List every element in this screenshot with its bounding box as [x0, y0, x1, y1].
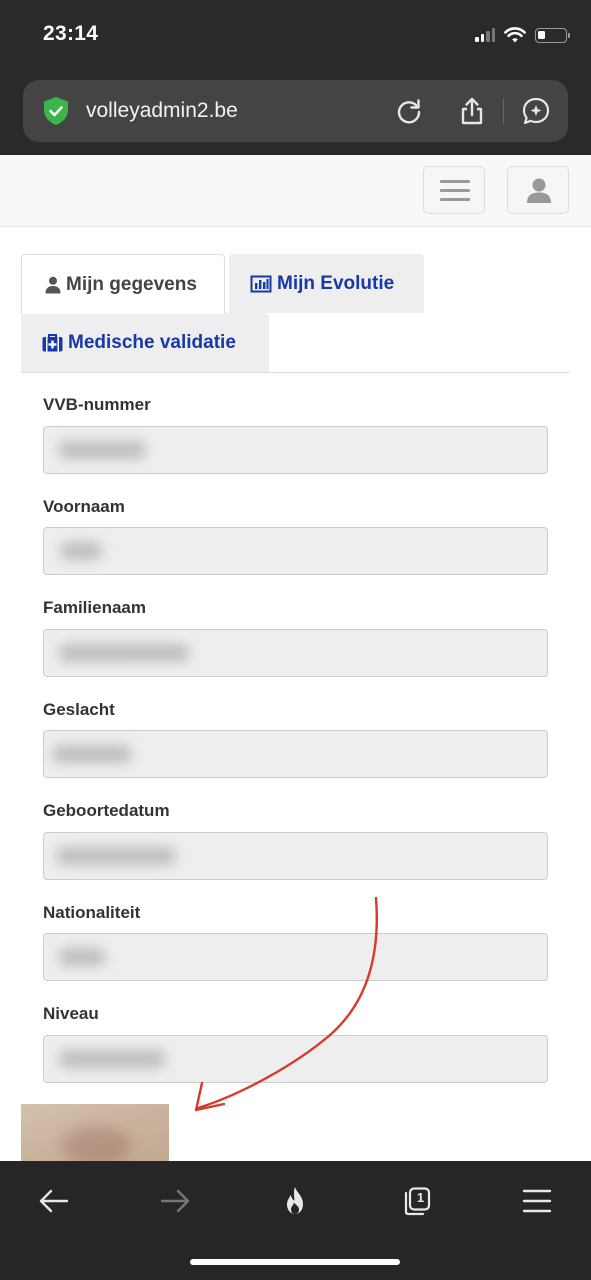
status-icons	[475, 22, 570, 48]
cellular-signal-icon	[475, 28, 495, 42]
input-geboortedatum[interactable]	[43, 832, 548, 880]
share-icon[interactable]	[457, 96, 487, 126]
forward-arrow-icon[interactable]	[157, 1183, 193, 1219]
label-nationaliteit: Nationaliteit	[43, 903, 141, 922]
tab-mijn-gegevens[interactable]: Mijn gegevens	[21, 254, 225, 314]
hamburger-icon[interactable]	[423, 166, 485, 214]
site-navbar	[0, 155, 591, 227]
status-time: 23:14	[43, 22, 99, 45]
label-niveau: Niveau	[43, 1004, 99, 1023]
address-bar-divider	[503, 98, 504, 124]
user-menu-button[interactable]	[507, 166, 569, 214]
ai-chat-icon[interactable]	[521, 96, 551, 126]
label-vvb-nummer: VVB-nummer	[43, 395, 151, 414]
tab-label: Medische validatie	[68, 331, 236, 353]
input-familienaam[interactable]	[43, 629, 548, 677]
tabs-divider	[21, 372, 570, 373]
back-arrow-icon[interactable]	[36, 1183, 72, 1219]
home-indicator	[190, 1259, 400, 1265]
battery-icon	[535, 27, 570, 43]
tab-label: Mijn gegevens	[66, 273, 197, 295]
tab-label: Mijn Evolutie	[277, 272, 395, 294]
tab-medische-validatie[interactable]: Medische validatie	[21, 313, 269, 372]
label-geslacht: Geslacht	[43, 700, 115, 719]
profile-photo	[21, 1104, 169, 1162]
wifi-icon	[504, 26, 526, 42]
user-icon	[527, 178, 551, 203]
user-icon	[45, 276, 61, 293]
flame-icon[interactable]	[277, 1183, 313, 1219]
reload-icon[interactable]	[394, 96, 424, 126]
label-voornaam: Voornaam	[43, 497, 125, 516]
address-bar[interactable]: volleyadmin2.be	[23, 80, 568, 142]
annotation-arrow-icon	[194, 896, 378, 1112]
label-familienaam: Familienaam	[43, 598, 146, 617]
label-geboortedatum: Geboortedatum	[43, 801, 170, 820]
input-voornaam[interactable]	[43, 527, 548, 575]
input-vvb-nummer[interactable]	[43, 426, 548, 474]
tab-mijn-evolutie[interactable]: Mijn Evolutie	[229, 254, 424, 313]
url-text[interactable]: volleyadmin2.be	[86, 99, 238, 123]
input-geslacht[interactable]	[43, 730, 548, 778]
menu-icon[interactable]	[519, 1183, 555, 1219]
browser-top-chrome: 23:14 volleyadmin2.be	[0, 0, 591, 155]
shield-check-icon[interactable]	[40, 95, 72, 127]
medkit-icon	[42, 334, 63, 352]
tab-switcher-button[interactable]: 1	[398, 1183, 434, 1219]
tab-count: 1	[416, 1190, 425, 1205]
bar-chart-icon	[250, 275, 272, 292]
